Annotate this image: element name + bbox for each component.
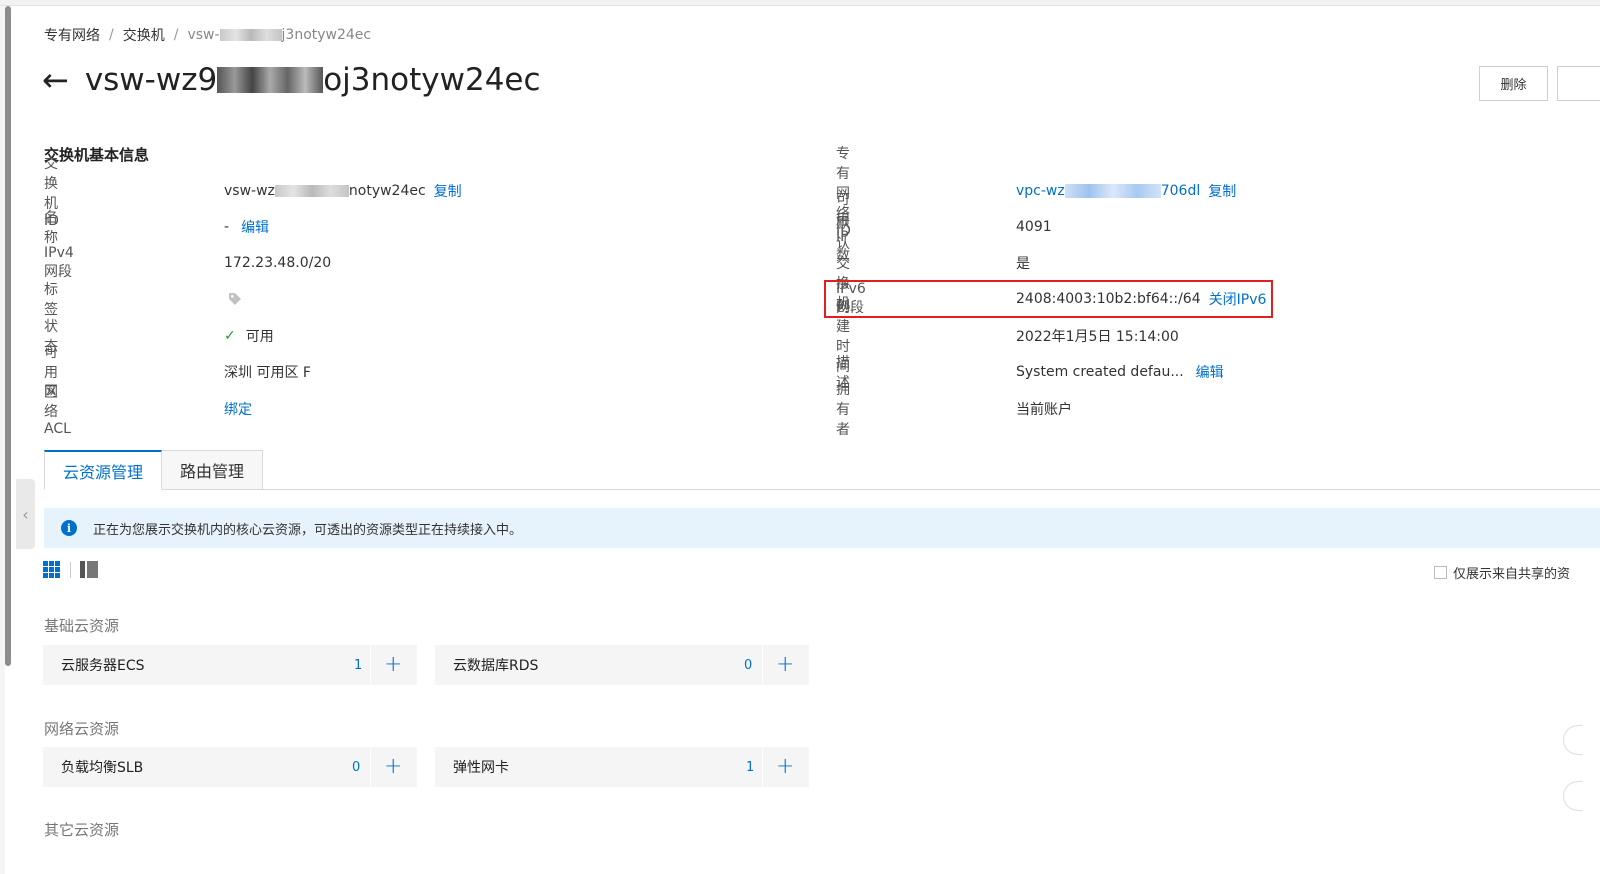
add-icon[interactable]: +	[384, 654, 402, 676]
info-value: vsw-wz notyw24ec 复制	[224, 181, 462, 201]
tab-cloud-resources[interactable]: 云资源管理	[44, 450, 163, 490]
back-arrow-icon[interactable]: ←	[42, 64, 69, 96]
shared-only-label: 仅展示来自共享的资	[1453, 567, 1571, 582]
shared-only-checkbox[interactable]	[1434, 566, 1447, 579]
bind-acl-link[interactable]: 绑定	[224, 399, 252, 419]
info-value: 是	[1016, 256, 1030, 272]
breadcrumb-current: vsw-j3notyw24ec	[187, 27, 372, 43]
shared-only-filter[interactable]: 仅展示来自共享的资	[1434, 563, 1570, 582]
info-value: 2022年1月5日 15:14:00	[1016, 329, 1179, 345]
resource-card-rds[interactable]: 云数据库RDS 0 +	[435, 645, 809, 685]
more-button[interactable]	[1557, 66, 1600, 101]
redacted-blur	[1064, 184, 1161, 198]
redacted-blur	[274, 185, 349, 197]
info-value: 172.23.48.0/20	[224, 255, 332, 271]
info-label: 拥有者	[836, 382, 850, 438]
ipv6-highlight-box	[824, 280, 1273, 318]
info-value: 绑定	[216, 399, 252, 419]
group-title-network: 网络云资源	[44, 720, 120, 738]
copy-link[interactable]: 复制	[434, 181, 462, 201]
add-icon[interactable]: +	[776, 756, 794, 778]
info-label: IPv4网段	[44, 245, 74, 280]
info-value	[228, 292, 242, 306]
breadcrumb: 专有网络 / 交换机 / vsw-j3notyw24ec	[44, 25, 371, 45]
breadcrumb-separator: /	[173, 27, 179, 43]
info-label: 网络ACL	[44, 384, 71, 437]
grid-view-icon[interactable]	[43, 561, 61, 578]
resource-count[interactable]: 0	[744, 658, 752, 673]
card-divider	[370, 747, 371, 787]
resource-name: 负载均衡SLB	[61, 760, 144, 776]
resource-count[interactable]: 0	[352, 760, 360, 775]
card-divider	[370, 645, 371, 685]
group-title-other: 其它云资源	[44, 821, 120, 839]
resource-card-ecs[interactable]: 云服务器ECS 1 +	[43, 645, 417, 685]
notice-text: 正在为您展示交换机内的核心云资源，可透出的资源类型正在持续接入中。	[93, 522, 523, 538]
redacted-blur	[219, 29, 282, 41]
info-value: - 编辑	[224, 217, 270, 237]
edit-link[interactable]: 编辑	[241, 217, 269, 237]
status-text: 可用	[245, 329, 274, 345]
collapse-sidebar-handle[interactable]: ‹	[16, 479, 35, 549]
vpc-id-link[interactable]: vpc-wz 706dl	[1016, 183, 1200, 199]
info-value: ✓ 可用	[224, 326, 274, 346]
notice-banner: i 正在为您展示交换机内的核心云资源，可透出的资源类型正在持续接入中。	[44, 508, 1600, 548]
breadcrumb-vpc[interactable]: 专有网络	[44, 25, 100, 45]
section-title: 交换机基本信息	[44, 146, 150, 164]
resource-count[interactable]: 1	[354, 658, 362, 673]
delete-button[interactable]: 删除	[1479, 66, 1548, 101]
floating-help-button[interactable]	[1563, 725, 1583, 755]
tab-route-management[interactable]: 路由管理	[162, 450, 264, 490]
tag-icon[interactable]	[228, 292, 242, 306]
info-label: 名称	[44, 210, 58, 246]
list-view-icon[interactable]	[80, 561, 98, 578]
card-divider	[762, 747, 763, 787]
info-label: 标签	[44, 282, 58, 318]
redacted-blur	[217, 67, 324, 93]
card-divider	[762, 645, 763, 685]
check-icon: ✓	[224, 328, 236, 344]
add-icon[interactable]: +	[384, 756, 402, 778]
view-divider	[70, 562, 71, 578]
resource-card-slb[interactable]: 负载均衡SLB 0 +	[43, 747, 417, 787]
add-icon[interactable]: +	[776, 654, 794, 676]
breadcrumb-vswitch[interactable]: 交换机	[123, 25, 165, 45]
copy-link[interactable]: 复制	[1208, 181, 1236, 201]
edit-link[interactable]: 编辑	[1196, 362, 1224, 382]
info-value: System created defau... 编辑	[1016, 362, 1224, 382]
title-row: ← vsw-wz9 oj3notyw24ec	[42, 62, 541, 98]
info-icon: i	[61, 520, 77, 536]
breadcrumb-separator: /	[109, 27, 114, 43]
resource-name: 云数据库RDS	[453, 658, 539, 674]
top-border	[0, 0, 1600, 6]
tab-underline	[44, 489, 1600, 490]
tab-bar: 云资源管理 路由管理	[44, 450, 264, 490]
info-value: vpc-wz 706dl 复制	[1016, 181, 1236, 201]
info-value: 当前账户	[1016, 402, 1072, 418]
chevron-left-icon: ‹	[22, 504, 29, 524]
resource-count[interactable]: 1	[746, 760, 754, 775]
group-title-basic: 基础云资源	[44, 617, 120, 635]
resource-card-eni[interactable]: 弹性网卡 1 +	[435, 747, 809, 787]
left-scrollbar[interactable]	[5, 6, 11, 666]
info-value: 4091	[1016, 219, 1052, 235]
page-title: vsw-wz9 oj3notyw24ec	[84, 62, 541, 98]
floating-feedback-button[interactable]	[1563, 781, 1583, 811]
resource-name: 云服务器ECS	[61, 658, 145, 674]
resource-name: 弹性网卡	[453, 760, 509, 776]
info-value: 深圳 可用区 F	[224, 365, 311, 381]
